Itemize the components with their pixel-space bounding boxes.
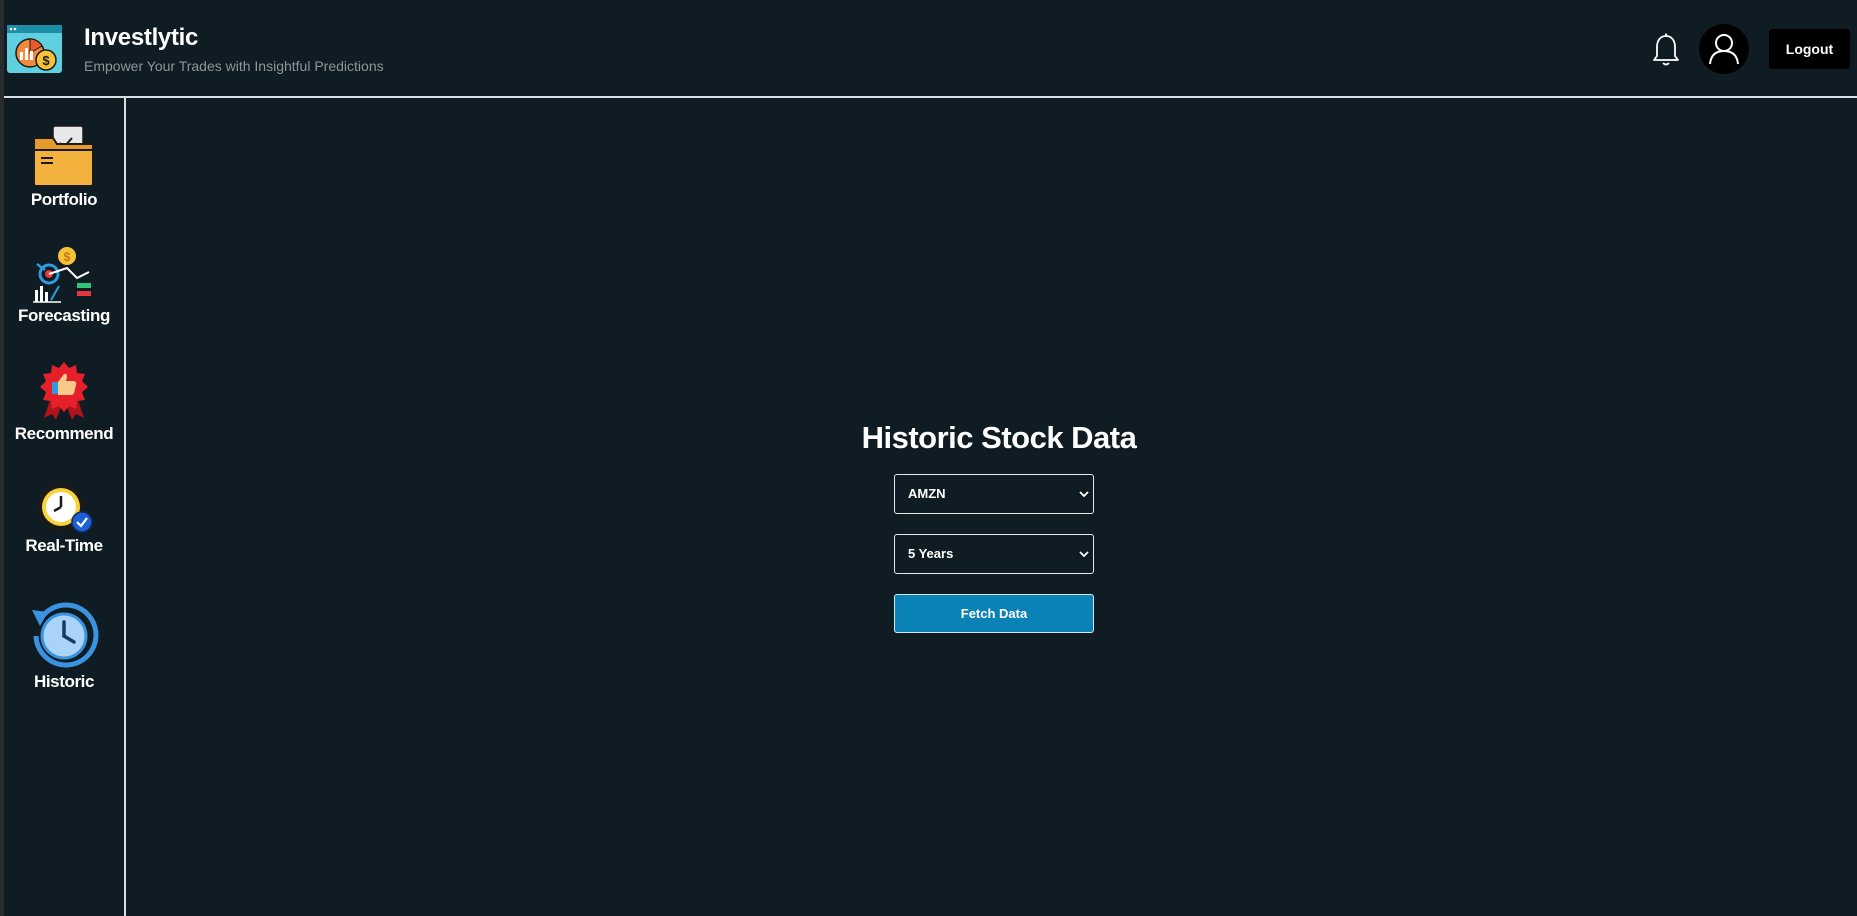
sidebar-item-label: Historic — [33, 672, 95, 691]
fetch-data-button[interactable]: Fetch Data — [894, 594, 1094, 633]
folder-icon — [33, 125, 94, 187]
sidebar-item-label: Recommend — [14, 424, 114, 443]
app-title: Investlytic — [84, 24, 199, 51]
notification-bell-icon[interactable] — [1650, 32, 1682, 68]
ticker-select-value: AMZN — [908, 486, 946, 501]
clock-check-icon — [37, 483, 93, 533]
user-avatar[interactable] — [1699, 24, 1749, 74]
app-tagline: Empower Your Trades with Insightful Pred… — [84, 58, 384, 74]
svg-text:$: $ — [42, 53, 50, 68]
sidebar-item-forecasting[interactable]: $ Forecasting — [4, 246, 124, 326]
svg-text:$: $ — [64, 250, 71, 264]
ticker-select[interactable]: AMZN — [894, 474, 1094, 514]
sidebar-item-real-time[interactable]: Real-Time — [4, 480, 124, 556]
main-content: Historic Stock Data AMZN 5 Years Fetch D… — [126, 98, 1857, 916]
chevron-down-icon — [1079, 551, 1089, 558]
sidebar: Portfolio $ Forecasting Recommend Real-T… — [4, 98, 126, 916]
thumbs-up-badge-icon — [40, 362, 88, 420]
user-icon — [1709, 34, 1739, 65]
sidebar-item-portfolio[interactable]: Portfolio — [4, 124, 124, 210]
sidebar-item-label: Real-Time — [25, 536, 103, 555]
page-title: Historic Stock Data — [861, 420, 1137, 455]
chevron-down-icon — [1079, 491, 1089, 498]
sidebar-item-recommend[interactable]: Recommend — [4, 360, 124, 444]
forecast-chart-icon: $ — [33, 247, 91, 303]
period-select[interactable]: 5 Years — [894, 534, 1094, 574]
investlytic-logo-icon: $ — [6, 24, 63, 74]
app-window: $ Investlytic Empower Your Trades with I… — [4, 0, 1857, 916]
sidebar-item-label: Forecasting — [18, 306, 110, 325]
period-select-value: 5 Years — [908, 546, 954, 561]
logout-button[interactable]: Logout — [1769, 29, 1850, 69]
history-clock-icon — [32, 602, 99, 668]
top-bar: $ Investlytic Empower Your Trades with I… — [4, 0, 1857, 98]
sidebar-item-historic[interactable]: Historic — [4, 598, 124, 692]
sidebar-item-label: Portfolio — [30, 190, 98, 209]
